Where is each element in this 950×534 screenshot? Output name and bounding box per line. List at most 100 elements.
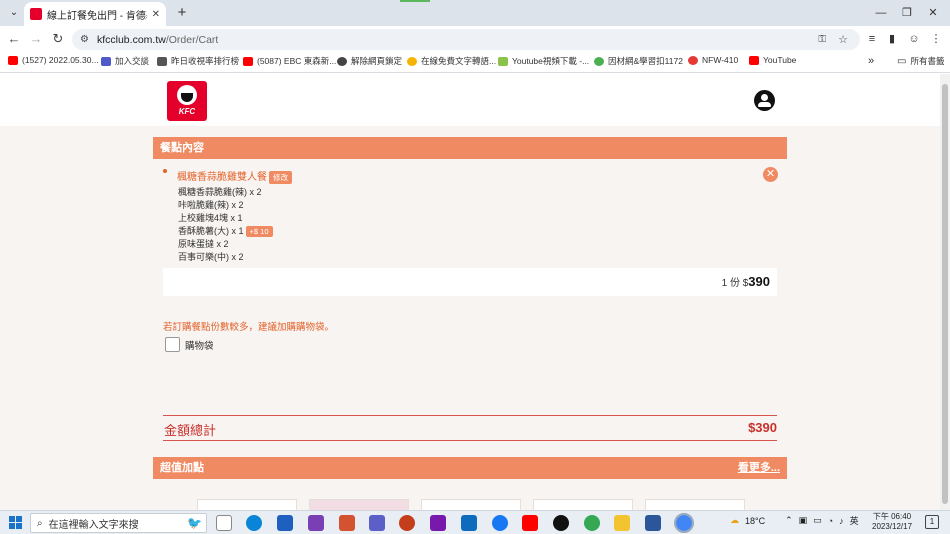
office-powerpoint-icon[interactable] [399,515,415,531]
network-icon[interactable]: ◔ [828,516,833,526]
user-account-icon[interactable] [754,90,775,111]
addon-card[interactable] [533,499,633,510]
taskbar-search-box[interactable]: ⌕ 在這裡輸入文字來搜 🐦 [30,513,207,533]
bookmark-item[interactable]: (5087) EBC 東森新... [243,55,336,67]
media-queue-icon[interactable]: ≡ [862,30,882,48]
task-view-icon[interactable] [216,515,232,531]
bookmark-label: YouTube [763,55,797,65]
shopping-bag-checkbox[interactable] [165,337,180,352]
windows-start-icon[interactable] [9,516,22,529]
browser-toolbar: ← → ↻ ⚙ kfcclub.com.tw/Order/Cart ⚿ ☆ ≡ … [0,26,950,52]
file-explorer-icon[interactable] [614,515,630,531]
bookmark-item[interactable]: YouTube [749,55,796,65]
address-bar[interactable]: ⚙ kfcclub.com.tw/Order/Cart ⚿ ☆ [72,29,860,50]
addon-card[interactable] [197,499,297,510]
outlook-icon[interactable] [461,515,477,531]
bookmark-item[interactable]: NFW-410 [688,55,738,65]
kfc-favicon-icon [30,8,42,20]
facebook-icon[interactable] [492,515,508,531]
sub-item-text: 上校雞塊4塊 x 1 [178,213,243,223]
kfc-logo[interactable]: KFC [167,81,207,121]
sub-item: 咔啦脆雞(辣) x 2 [178,198,244,211]
bookmarks-overflow-button[interactable]: » [868,55,874,67]
new-tab-button[interactable]: + [172,3,192,23]
site-info-icon[interactable]: ⚙ [80,34,89,45]
addon-card[interactable] [421,499,521,510]
addon-card[interactable] [645,499,745,510]
bookmark-label: Youtube視頻下載 -... [512,56,590,66]
youtube-icon [243,56,253,66]
onenote-icon[interactable] [430,515,446,531]
sub-item: 上校雞塊4塊 x 1 [178,211,243,224]
url-text[interactable]: kfcclub.com.tw/Order/Cart [97,34,218,46]
tab-search-chevron-icon[interactable]: ⌄ [4,4,24,22]
browser-tab-kfc[interactable]: 線上訂餐免出門 - 肯德基www... ✕ [24,2,166,26]
teams-app-icon[interactable] [369,515,385,531]
sub-item-text: 楓糖香蒜脆雞(辣) x 2 [178,187,262,197]
addon-card[interactable] [309,499,409,510]
close-window-button[interactable]: ✕ [922,4,944,22]
key-icon[interactable]: ⚿ [818,34,826,45]
minimize-window-button[interactable]: — [870,4,892,22]
item-qty: 1 份 $ [721,278,749,289]
youtube-icon[interactable] [522,515,538,531]
bookmark-item[interactable]: 昨日收視率排行榜 [157,55,239,67]
shopping-bag-label[interactable]: 購物袋 [185,338,214,352]
bird-search-highlight-icon: 🐦 [187,516,202,530]
remove-item-button[interactable]: ✕ [763,167,778,182]
forward-arrow-icon[interactable]: → [26,29,46,49]
sub-item: 香酥脆薯(大) x 1 +$ 10 [178,224,273,238]
edge-icon[interactable] [246,515,262,531]
meet-icon[interactable]: ▣ [799,515,808,526]
notification-center-icon[interactable]: 1 [925,515,939,529]
bookmark-item[interactable]: (1527) 2022.05.30... [8,55,99,65]
tiktok-icon[interactable] [553,515,569,531]
chrome-icon[interactable] [584,515,600,531]
bookmark-label: 解除網頁鎖定 [351,56,403,66]
bookmark-item[interactable]: 因材網&學習扣1172 [594,55,683,67]
store-icon[interactable] [277,515,293,531]
bookmark-item[interactable]: 在線免費文字轉語... [407,55,496,67]
sub-item: 原味蛋撻 x 2 [178,237,229,250]
taskbar-clock[interactable]: 下午 06:40 2023/12/17 [872,512,912,532]
word-icon[interactable] [645,515,661,531]
powerpoint-icon[interactable] [339,515,355,531]
site-header: KFC [0,74,940,126]
cart-item: 楓糖香蒜脆雞雙人餐 修改 ✕ 楓糖香蒜脆雞(辣) x 2 咔啦脆雞(辣) x 2 … [163,161,778,296]
profile-avatar-icon[interactable]: ☺ [904,30,924,48]
bookmark-item[interactable]: 加入交談 [101,55,149,67]
see-more-link[interactable]: 看更多... [738,457,780,479]
bookmark-label: 昨日收視率排行榜 [171,56,240,66]
system-tray: ☁ 18°C ⌃ ▣ ▭ ◔ ♪ 英 [730,514,859,527]
bookmark-label: 在線免費文字轉語... [421,56,497,66]
tray-chevron-icon[interactable]: ⌃ [785,515,793,526]
bag-suggestion-note: 若訂購餐點份數較多，建議加購購物袋。 [163,322,335,333]
windows-taskbar: ⌕ 在這裡輸入文字來搜 🐦 ☁ 18°C ⌃ ▣ ▭ ◔ ♪ 英 下午 06:4… [0,510,950,534]
weather-temp[interactable]: 18°C [745,516,765,526]
smile-icon [407,56,417,66]
sub-item-text: 原味蛋撻 x 2 [178,239,229,249]
side-panel-icon[interactable]: ▮ [882,30,902,48]
all-bookmarks-folder[interactable]: ▭ 所有書籤 [897,55,944,67]
total-row: 金額總計 $390 [163,415,777,441]
ime-indicator[interactable]: 英 [850,514,859,527]
menu-kebab-icon[interactable]: ⋮ [926,30,946,48]
battery-icon[interactable]: ▭ [813,515,822,526]
maximize-window-button[interactable]: ❐ [896,4,918,22]
teams-icon[interactable] [308,515,324,531]
reload-icon[interactable]: ↻ [48,29,68,49]
back-arrow-icon[interactable]: ← [4,29,24,49]
bookmark-item[interactable]: 解除網頁鎖定 [337,55,402,67]
tab-close-icon[interactable]: ✕ [152,9,160,20]
loading-indicator [400,0,430,2]
item-name-row: 楓糖香蒜脆雞雙人餐 修改 [177,168,292,184]
bookmark-star-icon[interactable]: ☆ [838,33,848,46]
edit-item-button[interactable]: 修改 [269,170,292,184]
volume-icon[interactable]: ♪ [839,516,844,526]
weather-icon[interactable]: ☁ [730,515,739,526]
scrollbar-thumb[interactable] [942,84,948,504]
bookmark-item[interactable]: Youtube視頻下載 -... [498,55,589,67]
colonel-face-icon [177,85,197,105]
bookmark-label: NFW-410 [702,55,739,65]
chrome-active-icon[interactable] [674,513,694,533]
